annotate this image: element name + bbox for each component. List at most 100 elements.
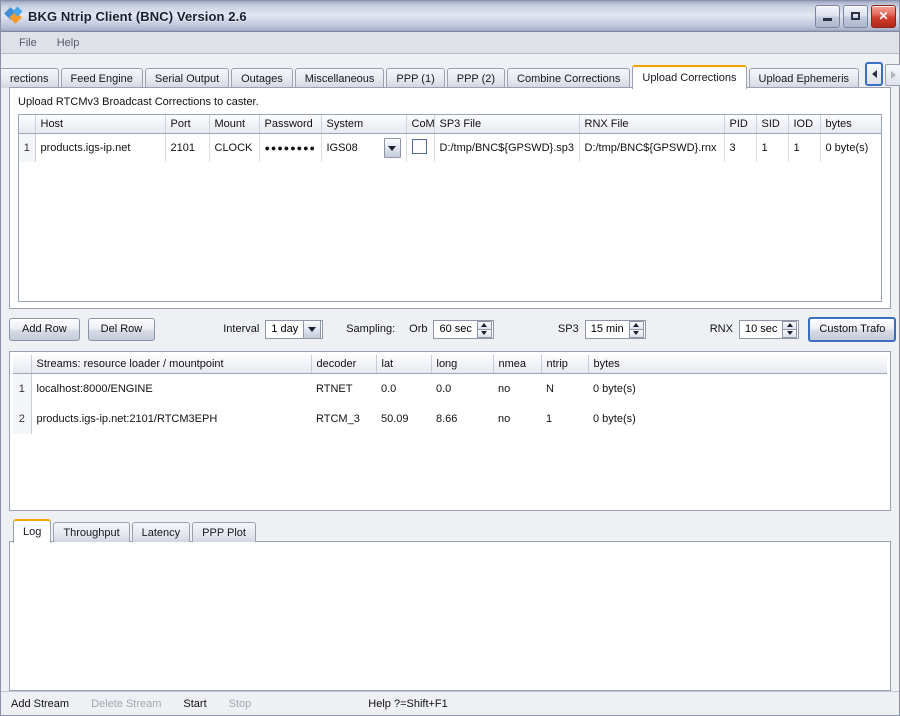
scroll-tabs-right-icon[interactable]	[885, 64, 900, 86]
streams-table-container: Streams: resource loader / mountpoint de…	[13, 355, 887, 507]
tab-outages[interactable]: Outages	[231, 68, 293, 88]
tab-throughput[interactable]: Throughput	[53, 522, 129, 542]
cell-rnx-file[interactable]: D:/tmp/BNC${GPSWD}.rnx	[579, 134, 724, 163]
stepper-up-icon[interactable]	[477, 321, 492, 330]
cell-long[interactable]: 0.0	[431, 374, 493, 404]
col-sp3-file[interactable]: SP3 File	[434, 115, 579, 134]
col-iod[interactable]: IOD	[788, 115, 820, 134]
delete-stream-button: Delete Stream	[91, 698, 173, 710]
stepper-up-icon[interactable]	[629, 321, 644, 330]
cell-mountpoint[interactable]: products.igs-ip.net:2101/RTCM3EPH	[31, 404, 311, 434]
rnx-value: 10 sec	[740, 323, 782, 335]
cell-mountpoint[interactable]: localhost:8000/ENGINE	[31, 374, 311, 404]
col-com[interactable]: CoM	[406, 115, 434, 134]
streams-header-row: Streams: resource loader / mountpoint de…	[13, 355, 887, 374]
cell-com[interactable]	[406, 134, 434, 163]
cell-host[interactable]: products.igs-ip.net	[35, 134, 165, 163]
col-port[interactable]: Port	[165, 115, 209, 134]
cell-ntrip[interactable]: N	[541, 374, 588, 404]
rnx-label: RNX	[710, 323, 733, 335]
cell-long[interactable]: 8.66	[431, 404, 493, 434]
stepper-down-icon[interactable]	[629, 330, 644, 338]
col-long[interactable]: long	[431, 355, 493, 374]
tab-broadcast-corrections[interactable]: rections	[1, 68, 59, 88]
log-output-area[interactable]	[9, 541, 891, 691]
tab-ppp-plot[interactable]: PPP Plot	[192, 522, 256, 542]
chevron-down-icon[interactable]	[384, 138, 401, 158]
rnx-sampling-stepper[interactable]: 10 sec	[739, 320, 799, 339]
start-button[interactable]: Start	[183, 698, 218, 710]
add-row-button[interactable]: Add Row	[9, 318, 80, 341]
col-host[interactable]: Host	[35, 115, 165, 134]
col-stream-bytes[interactable]: bytes	[588, 355, 887, 374]
col-pid[interactable]: PID	[724, 115, 756, 134]
tab-combine-corrections[interactable]: Combine Corrections	[507, 68, 630, 88]
cell-nmea[interactable]: no	[493, 374, 541, 404]
list-item[interactable]: 1 localhost:8000/ENGINE RTNET 0.0 0.0 no…	[13, 374, 887, 404]
col-bytes[interactable]: bytes	[820, 115, 882, 134]
tab-upload-ephemeris[interactable]: Upload Ephemeris	[749, 68, 860, 88]
stepper-buttons[interactable]	[477, 321, 492, 338]
col-system[interactable]: System	[321, 115, 406, 134]
add-stream-button[interactable]: Add Stream	[11, 698, 81, 710]
list-item[interactable]: 2 products.igs-ip.net:2101/RTCM3EPH RTCM…	[13, 404, 887, 434]
upload-table-container: Host Port Mount Password System CoM SP3 …	[18, 114, 882, 302]
stepper-down-icon[interactable]	[477, 330, 492, 338]
cell-port[interactable]: 2101	[165, 134, 209, 163]
cell-iod[interactable]: 1	[788, 134, 820, 163]
stepper-down-icon[interactable]	[782, 330, 797, 338]
stepper-buttons[interactable]	[629, 321, 644, 338]
cell-lat[interactable]: 0.0	[376, 374, 431, 404]
cell-mount[interactable]: CLOCK	[209, 134, 259, 163]
com-checkbox[interactable]	[412, 139, 427, 154]
tab-upload-corrections[interactable]: Upload Corrections	[632, 65, 746, 89]
col-lat[interactable]: lat	[376, 355, 431, 374]
upload-corrections-panel: Upload RTCMv3 Broadcast Corrections to c…	[9, 87, 891, 309]
minimize-button[interactable]	[815, 5, 840, 28]
col-streams-mountpoint[interactable]: Streams: resource loader / mountpoint	[31, 355, 311, 374]
cell-lat[interactable]: 50.09	[376, 404, 431, 434]
col-sid[interactable]: SID	[756, 115, 788, 134]
tab-feed-engine[interactable]: Feed Engine	[61, 68, 143, 88]
scroll-tabs-left-icon[interactable]	[865, 62, 883, 86]
cell-sid[interactable]: 1	[756, 134, 788, 163]
cell-nmea[interactable]: no	[493, 404, 541, 434]
streams-panel: Streams: resource loader / mountpoint de…	[9, 351, 891, 511]
tab-miscellaneous[interactable]: Miscellaneous	[295, 68, 385, 88]
col-decoder[interactable]: decoder	[311, 355, 376, 374]
sp3-sampling-stepper[interactable]: 15 min	[585, 320, 646, 339]
tab-log[interactable]: Log	[13, 519, 51, 543]
col-rnx-file[interactable]: RNX File	[579, 115, 724, 134]
tab-latency[interactable]: Latency	[132, 522, 191, 542]
tab-serial-output[interactable]: Serial Output	[145, 68, 229, 88]
cell-decoder[interactable]: RTCM_3	[311, 404, 376, 434]
interval-select[interactable]: 1 day	[265, 320, 323, 339]
col-ntrip[interactable]: ntrip	[541, 355, 588, 374]
cell-password[interactable]: ●●●●●●●●	[259, 134, 321, 163]
chevron-down-icon[interactable]	[303, 320, 321, 339]
streams-table: Streams: resource loader / mountpoint de…	[13, 355, 887, 434]
del-row-button[interactable]: Del Row	[88, 318, 156, 341]
menu-file[interactable]: File	[9, 35, 47, 51]
col-password[interactable]: Password	[259, 115, 321, 134]
close-button[interactable]: ✕	[871, 5, 896, 28]
col-nmea[interactable]: nmea	[493, 355, 541, 374]
cell-sp3-file[interactable]: D:/tmp/BNC${GPSWD}.sp3	[434, 134, 579, 163]
table-row[interactable]: 1 products.igs-ip.net 2101 CLOCK ●●●●●●●…	[19, 134, 882, 163]
col-mount[interactable]: Mount	[209, 115, 259, 134]
orb-sampling-stepper[interactable]: 60 sec	[433, 320, 493, 339]
menu-help[interactable]: Help	[47, 35, 90, 51]
cell-decoder[interactable]: RTNET	[311, 374, 376, 404]
cell-system-value: IGS08	[327, 142, 358, 154]
stepper-buttons[interactable]	[782, 321, 797, 338]
cell-system[interactable]: IGS08	[321, 134, 406, 163]
tab-ppp-2[interactable]: PPP (2)	[447, 68, 505, 88]
stepper-up-icon[interactable]	[782, 321, 797, 330]
tab-ppp-1[interactable]: PPP (1)	[386, 68, 444, 88]
custom-trafo-button[interactable]: Custom Trafo	[808, 317, 896, 342]
bottom-panel: Log Throughput Latency PPP Plot	[9, 519, 891, 691]
maximize-button[interactable]	[843, 5, 868, 28]
cell-pid[interactable]: 3	[724, 134, 756, 163]
window-title: BKG Ntrip Client (BNC) Version 2.6	[28, 9, 815, 24]
cell-ntrip[interactable]: 1	[541, 404, 588, 434]
